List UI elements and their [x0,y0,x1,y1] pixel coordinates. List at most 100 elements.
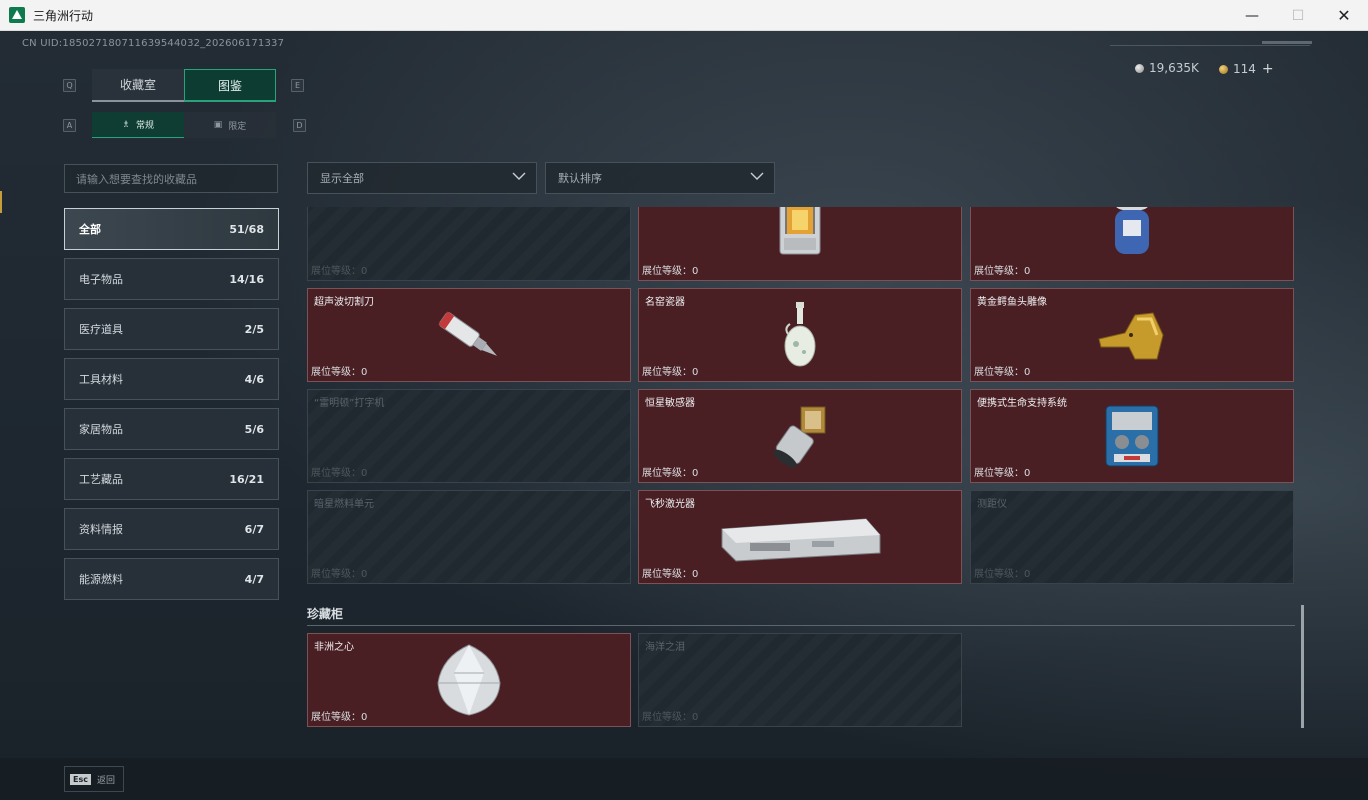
category-label: 全部 [79,223,101,236]
filter-dropdown-value: 显示全部 [320,172,364,185]
collection-card[interactable]: 非洲之心 展位等级：0 [307,633,631,727]
display-level: 展位等级：0 [311,468,368,479]
category-count: 51/68 [229,222,264,236]
category-medical[interactable]: 医疗道具 2/5 [64,308,279,350]
collection-card[interactable]: 测距仪 展位等级：0 [970,490,1294,584]
item-name: 测距仪 [977,499,1007,510]
gold-crocodile-icon [1098,312,1164,360]
life-support-icon [1105,405,1159,467]
user-uid: CN UID:1850271807116395440​32_2026061713… [22,38,285,49]
sort-dropdown-value: 默认排序 [558,172,602,185]
key-hint-e: E [291,79,304,92]
category-all[interactable]: 全部 51/68 [64,208,279,250]
collection-card[interactable]: 便携式生命支持系统 展位等级：0 [970,389,1294,483]
category-count: 4/6 [244,372,264,386]
category-count: 5/6 [244,422,264,436]
currency-premium-value: 114 [1233,62,1256,76]
ultrasonic-knife-icon [438,311,498,356]
collection-card[interactable]: 海洋之泪 展位等级：0 [638,633,962,727]
category-count: 16/21 [229,472,264,486]
category-tools[interactable]: 工具材料 4/6 [64,358,279,400]
display-level: 展位等级：0 [974,569,1031,580]
maximize-button[interactable]: ☐ [1275,0,1321,31]
subtab-limited[interactable]: ▣ 限定 [184,112,276,138]
collection-card[interactable]: “雷明顿”打字机 展位等级：0 [307,389,631,483]
back-button[interactable]: Esc 返回 [64,766,124,792]
category-label: 医疗道具 [79,323,123,336]
item-name: 超声波切割刀 [314,297,374,308]
close-button[interactable]: ✕ [1321,0,1367,31]
chevron-down-icon [750,172,764,180]
category-count: 6/7 [244,522,264,536]
femtosecond-laser-icon [721,518,881,562]
item-name: 黄金鳄鱼头雕像 [977,297,1047,308]
category-label: 资料情报 [79,523,123,536]
category-label: 工艺藏品 [79,473,123,486]
collection-card[interactable]: 超声波切割刀 展位等级：0 [307,288,631,382]
tab-catalog[interactable]: 图鉴 [184,69,276,102]
search-input[interactable]: 请输入想要查找的收藏品 [64,164,278,193]
grid-scrollbar[interactable] [1301,605,1304,728]
key-hint-d: D [293,119,306,132]
silver-coin-icon [1135,63,1144,73]
item-name: 非洲之心 [314,642,354,653]
star-sensor-icon [773,406,826,468]
window-titlebar: 三角洲行动 — ☐ ✕ [0,0,1368,31]
key-hint-a: A [63,119,76,132]
subtab-regular[interactable]: ♗ 常规 [92,112,184,138]
esc-key-icon: Esc [70,773,91,785]
category-intel[interactable]: 资料情报 6/7 [64,508,279,550]
category-count: 2/5 [244,322,264,336]
filter-dropdown[interactable]: 显示全部 [307,162,537,194]
collection-card[interactable]: 名窑瓷器 展位等级：0 [638,288,962,382]
collection-card[interactable]: 飞秒激光器 展位等级：0 [638,490,962,584]
chevron-down-icon [512,172,526,180]
category-household[interactable]: 家居物品 5/6 [64,408,279,450]
category-count: 14/16 [229,272,264,286]
header-divider [1110,45,1310,46]
edge-marker [0,191,2,213]
display-level: 展位等级：0 [642,266,699,277]
collection-card[interactable]: 恒星敏感器 展位等级：0 [638,389,962,483]
category-label: 家居物品 [79,423,123,436]
collection-card[interactable]: 黄金鳄鱼头雕像 展位等级：0 [970,288,1294,382]
collection-card[interactable]: 展位等级：0 [307,207,631,281]
category-label: 工具材料 [79,373,123,386]
regular-icon: ♗ [121,119,131,130]
item-name: 飞秒激光器 [645,499,695,510]
subtab-limited-label: 限定 [228,121,247,132]
item-name: 暗星燃料单元 [314,499,374,510]
minimize-button[interactable]: — [1229,0,1275,31]
sort-dropdown[interactable]: 默认排序 [545,162,775,194]
item-name: “雷明顿”打字机 [314,398,385,409]
item-name: 海洋之泪 [645,642,685,653]
category-fuel[interactable]: 能源燃料 4/7 [64,558,279,600]
currency-premium: 114 + [1219,61,1274,77]
game-screen: CN UID:1850271807116395440​32_2026061713… [0,31,1368,800]
gas-canister-icon [1115,207,1149,254]
limited-icon: ▣ [213,120,223,130]
gold-coin-icon [1219,64,1228,74]
diamond-icon [437,644,501,716]
collection-card[interactable]: 展位等级：0 [638,207,962,281]
currency-hafbucks-value: 19,635K [1149,61,1199,75]
display-level: 展位等级：0 [311,569,368,580]
collection-card[interactable]: 暗星燃料单元 展位等级：0 [307,490,631,584]
header-accent [1262,41,1312,44]
category-crafts[interactable]: 工艺藏品 16/21 [64,458,279,500]
key-hint-q: Q [63,79,76,92]
item-name: 便携式生命支持系统 [977,398,1067,409]
tab-collection-room[interactable]: 收藏室 [92,69,184,102]
item-name: 恒星敏感器 [645,398,695,409]
item-name: 名窑瓷器 [645,297,685,308]
display-level: 展位等级：0 [311,266,368,277]
currency-hafbucks: 19,635K [1135,61,1199,75]
category-electronics[interactable]: 电子物品 14/16 [64,258,279,300]
display-level: 展位等级：0 [974,266,1031,277]
section-title: 珍藏柜 [307,607,344,621]
collection-card[interactable]: 展位等级：0 [970,207,1294,281]
display-level: 展位等级：0 [311,712,368,723]
display-level: 展位等级：0 [974,468,1031,479]
add-currency-icon[interactable]: + [1262,61,1274,77]
app-logo-icon [9,7,25,23]
